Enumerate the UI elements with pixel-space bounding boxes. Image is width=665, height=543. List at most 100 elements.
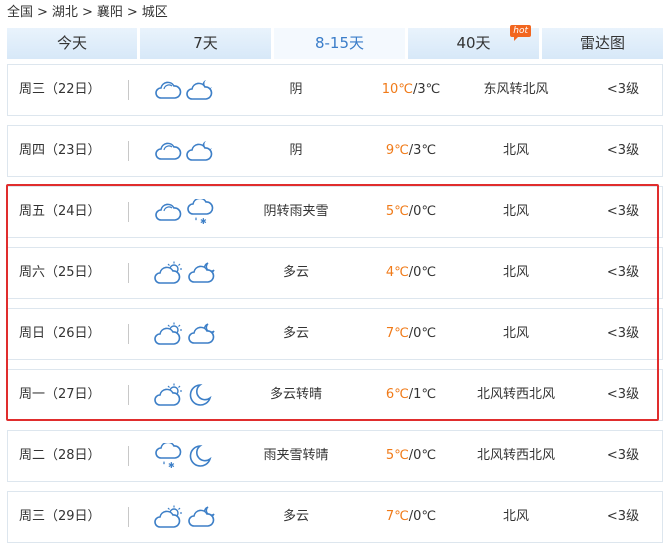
breadcrumb-separator: >: [126, 5, 138, 20]
weather-icons: ✱: [154, 187, 224, 237]
weather-icons: [154, 370, 224, 420]
temp-low: /0℃: [408, 265, 437, 280]
wind-direction: 北风: [502, 204, 529, 219]
wind-direction: 北风转西北风: [476, 387, 555, 402]
row-divider: [128, 507, 129, 527]
sleet-icon: ✱: [154, 441, 188, 470]
tab-label: 今天: [56, 34, 87, 52]
svg-text:✱: ✱: [168, 461, 175, 469]
forecast-tabs: 今天 7天 8-15天 40天 hot 雷达图: [7, 25, 663, 59]
wind-level: <3级: [606, 265, 640, 280]
temp-high: 5℃: [385, 448, 409, 463]
partly-cloudy-night-icon: [188, 261, 222, 283]
tab-label: 7天: [193, 34, 218, 52]
wind-direction: 北风: [502, 265, 529, 280]
cloudy-night-icon: [186, 140, 220, 161]
forecast-row: 周五（24日） ✱ 阴转雨夹雪 5℃/0℃ 北风 <3级: [7, 186, 663, 238]
temp-high: 4℃: [385, 265, 409, 280]
forecast-row: 周六（25日） 多云 4℃/0℃ 北风 <3级: [7, 247, 663, 299]
wind-level: <3级: [606, 448, 640, 463]
row-divider: [128, 202, 129, 222]
weather-description: 多云: [282, 509, 309, 524]
tab-7-days[interactable]: 7天: [140, 28, 271, 59]
tab-8-15-days[interactable]: 8-15天: [274, 28, 405, 59]
weather-icons: [154, 65, 224, 115]
wind-level: <3级: [606, 143, 640, 158]
tab-label: 雷达图: [579, 34, 625, 52]
breadcrumb-separator: >: [37, 5, 48, 20]
wind-direction: 东风转北风: [483, 82, 549, 97]
forecast-date: 周四（23日）: [19, 143, 101, 158]
svg-text:✱: ✱: [200, 217, 207, 225]
temp-low: /1℃: [408, 387, 437, 402]
temp-low: /0℃: [408, 204, 437, 219]
wind-level: <3级: [606, 326, 640, 341]
temperature: 7℃/0℃: [366, 492, 456, 542]
forecast-row: 周一（27日） 多云转晴 6℃/1℃ 北风转西北风 <3级: [7, 369, 663, 421]
temp-high: 5℃: [385, 204, 409, 219]
forecast-row: 周三（29日） 多云 7℃/0℃ 北风 <3级: [7, 491, 663, 543]
breadcrumb-item-district: 城区: [141, 5, 168, 20]
weather-description: 雨夹雪转晴: [263, 448, 329, 463]
weather-icons: [154, 309, 224, 359]
tab-label: 8-15天: [314, 34, 365, 52]
breadcrumb-item-country[interactable]: 全国: [7, 5, 33, 20]
cloudy-night-icon: [186, 79, 220, 100]
wind-level: <3级: [606, 204, 640, 219]
temp-low: /3℃: [412, 82, 441, 97]
forecast-row: 周二（28日） ✱ 雨夹雪转晴 5℃/0℃ 北风转西北风 <3级: [7, 430, 663, 482]
tab-40-days[interactable]: 40天 hot: [408, 25, 539, 59]
weather-icons: [154, 126, 224, 176]
temp-high: 6℃: [385, 387, 409, 402]
forecast-date: 周三（22日）: [19, 82, 101, 97]
forecast-date: 周二（28日）: [19, 448, 101, 463]
weather-description: 多云: [282, 326, 309, 341]
wind-direction: 北风: [502, 143, 529, 158]
temperature: 4℃/0℃: [366, 248, 456, 298]
row-divider: [128, 263, 129, 283]
sleet-icon: ✱: [186, 197, 220, 226]
partly-cloudy-night-icon: [188, 322, 222, 344]
breadcrumb-item-province[interactable]: 湖北: [52, 5, 78, 20]
temp-low: /3℃: [408, 143, 437, 158]
tab-radar[interactable]: 雷达图: [542, 28, 663, 59]
weather-description: 阴: [289, 82, 303, 97]
forecast-date: 周三（29日）: [19, 509, 101, 524]
wind-level: <3级: [606, 509, 640, 524]
forecast-date: 周六（25日）: [19, 265, 101, 280]
weather-description: 多云转晴: [269, 387, 322, 402]
wind-level: <3级: [606, 387, 640, 402]
breadcrumb-separator: >: [81, 5, 93, 20]
forecast-row: 周日（26日） 多云 7℃/0℃ 北风 <3级: [7, 308, 663, 360]
breadcrumb-item-city[interactable]: 襄阳: [97, 5, 123, 20]
cloudy-icon: [154, 81, 186, 99]
partly-cloudy-day-icon: [154, 383, 188, 406]
temperature: 10℃/3℃: [366, 65, 456, 115]
temp-low: /0℃: [408, 326, 437, 341]
wind-direction: 北风: [502, 326, 529, 341]
temp-high: 7℃: [385, 326, 409, 341]
row-divider: [128, 80, 129, 100]
tab-label: 40天: [456, 34, 491, 52]
moon-icon: [188, 444, 218, 467]
temperature: 5℃/0℃: [366, 431, 456, 481]
wind-level: <3级: [606, 82, 640, 97]
forecast-date: 周日（26日）: [19, 326, 101, 341]
breadcrumb: 全国 > 湖北 > 襄阳 > 城区: [7, 3, 168, 23]
temperature: 6℃/1℃: [366, 370, 456, 420]
temp-high: 7℃: [385, 509, 409, 524]
partly-cloudy-day-icon: [154, 322, 188, 345]
row-divider: [128, 324, 129, 344]
temp-high: 9℃: [385, 143, 409, 158]
weather-icons: ✱: [154, 431, 224, 481]
weather-description: 阴: [289, 143, 303, 158]
partly-cloudy-day-icon: [154, 261, 188, 284]
tab-today[interactable]: 今天: [7, 28, 137, 59]
row-divider: [128, 385, 129, 405]
row-divider: [128, 446, 129, 466]
forecast-row: 周四（23日） 阴 9℃/3℃ 北风 <3级: [7, 125, 663, 177]
weather-icons: [154, 492, 224, 542]
cloudy-icon: [154, 203, 186, 221]
forecast-row: 周三（22日） 阴 10℃/3℃ 东风转北风 <3级: [7, 64, 663, 116]
weather-icons: [154, 248, 224, 298]
